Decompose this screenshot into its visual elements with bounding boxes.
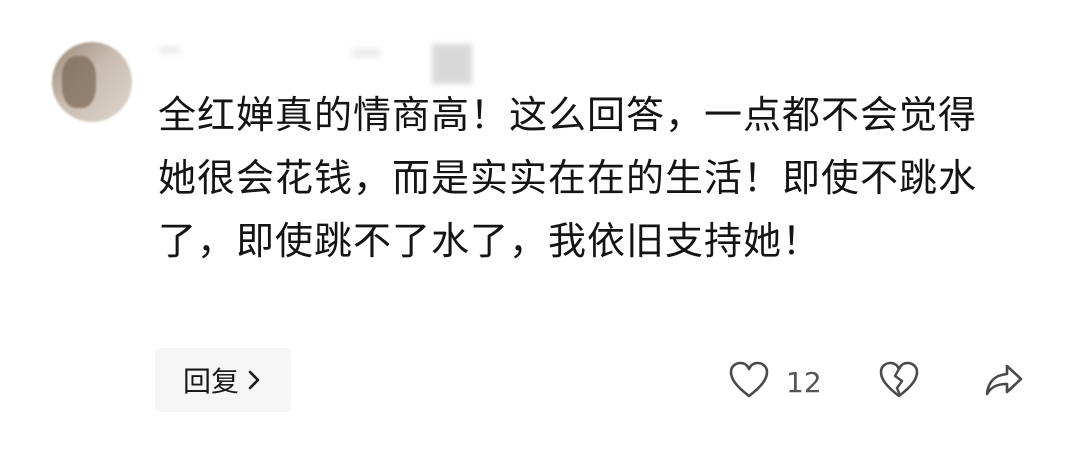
dislike-button[interactable] xyxy=(878,360,920,404)
share-arrow-icon xyxy=(983,360,1025,404)
reply-button[interactable]: 回复 xyxy=(155,348,291,412)
username-redacted xyxy=(160,46,180,54)
username-redacted xyxy=(352,48,380,58)
username-redacted xyxy=(432,44,472,84)
reply-label: 回复 xyxy=(182,365,239,398)
avatar[interactable] xyxy=(52,42,132,122)
heart-outline-icon xyxy=(728,360,770,404)
share-button[interactable] xyxy=(983,360,1025,404)
like-button[interactable]: 12 xyxy=(728,360,822,404)
broken-heart-icon xyxy=(878,360,920,404)
avatar-image xyxy=(62,56,96,108)
chevron-right-icon xyxy=(245,368,263,392)
like-count: 12 xyxy=(786,365,822,399)
comment-text: 全红婵真的情商高！这么回答，一点都不会觉得她很会花钱，而是实实在在的生活！即使不… xyxy=(158,93,978,263)
